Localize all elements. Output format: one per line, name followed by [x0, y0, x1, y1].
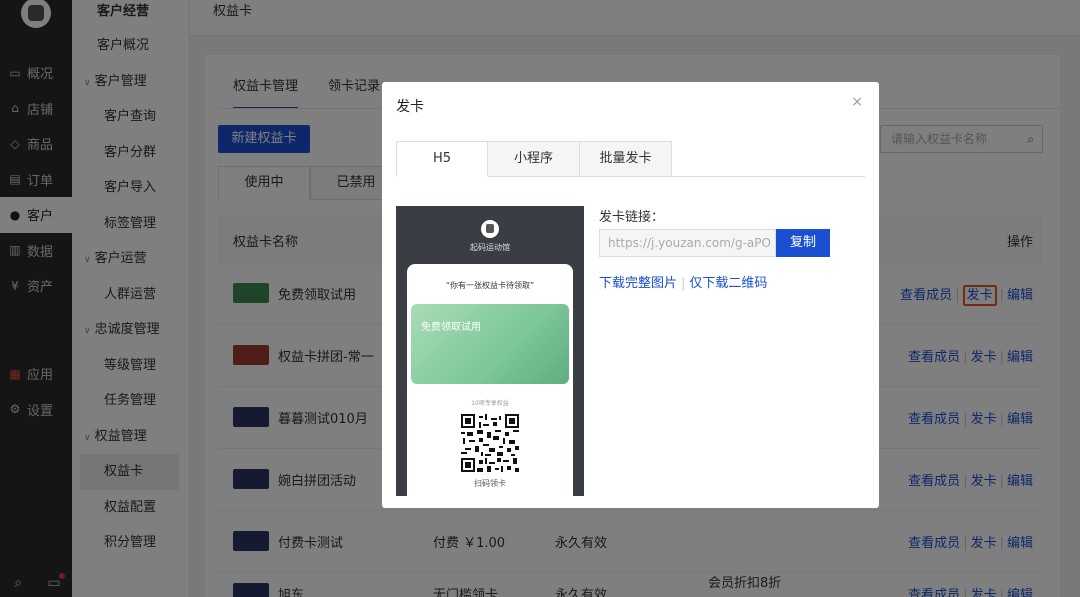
tabs-divider	[672, 176, 865, 177]
shop-logo-icon	[481, 220, 499, 238]
preview-card: “你有一张权益卡待领取” 免费领取试用 10项专享权益 扫码领卡	[407, 264, 573, 496]
tab-mini-program[interactable]: 小程序	[488, 141, 580, 177]
tab-h5[interactable]: H5	[396, 141, 488, 177]
copy-button[interactable]: 复制	[776, 229, 830, 257]
download-qr-only-link[interactable]: 仅下载二维码	[689, 276, 767, 291]
preview-benefit-count: 10项专享权益	[471, 400, 509, 407]
tab-batch-issue[interactable]: 批量发卡	[580, 141, 672, 177]
issue-link-field[interactable]: https://j.youzan.com/g-aPO	[599, 229, 776, 257]
preview-shop-name: 起码运动馆	[470, 243, 510, 252]
preview-card-name: 免费领取试用	[421, 322, 481, 333]
link-label: 发卡链接：	[599, 210, 665, 225]
issue-card-dialog: 发卡 × H5 小程序 批量发卡 起码运动馆 “你有一张权益卡待领取” 免费领取…	[382, 82, 879, 508]
dialog-tabs: H5 小程序 批量发卡	[396, 141, 672, 177]
download-full-image-link[interactable]: 下载完整图片	[599, 276, 677, 291]
download-links: 下载完整图片 | 仅下载二维码	[599, 272, 767, 291]
preview-scan-text: 扫码领卡	[474, 479, 506, 488]
link-separator: |	[681, 276, 686, 291]
preview-card-face: 免费领取试用	[411, 304, 569, 384]
preview-invite-text: “你有一张权益卡待领取”	[445, 281, 535, 290]
qr-code-icon	[461, 414, 519, 472]
h5-preview: 起码运动馆 “你有一张权益卡待领取” 免费领取试用 10项专享权益 扫码领卡	[396, 206, 584, 496]
close-icon[interactable]: ×	[851, 94, 863, 110]
dialog-title: 发卡	[396, 99, 424, 115]
